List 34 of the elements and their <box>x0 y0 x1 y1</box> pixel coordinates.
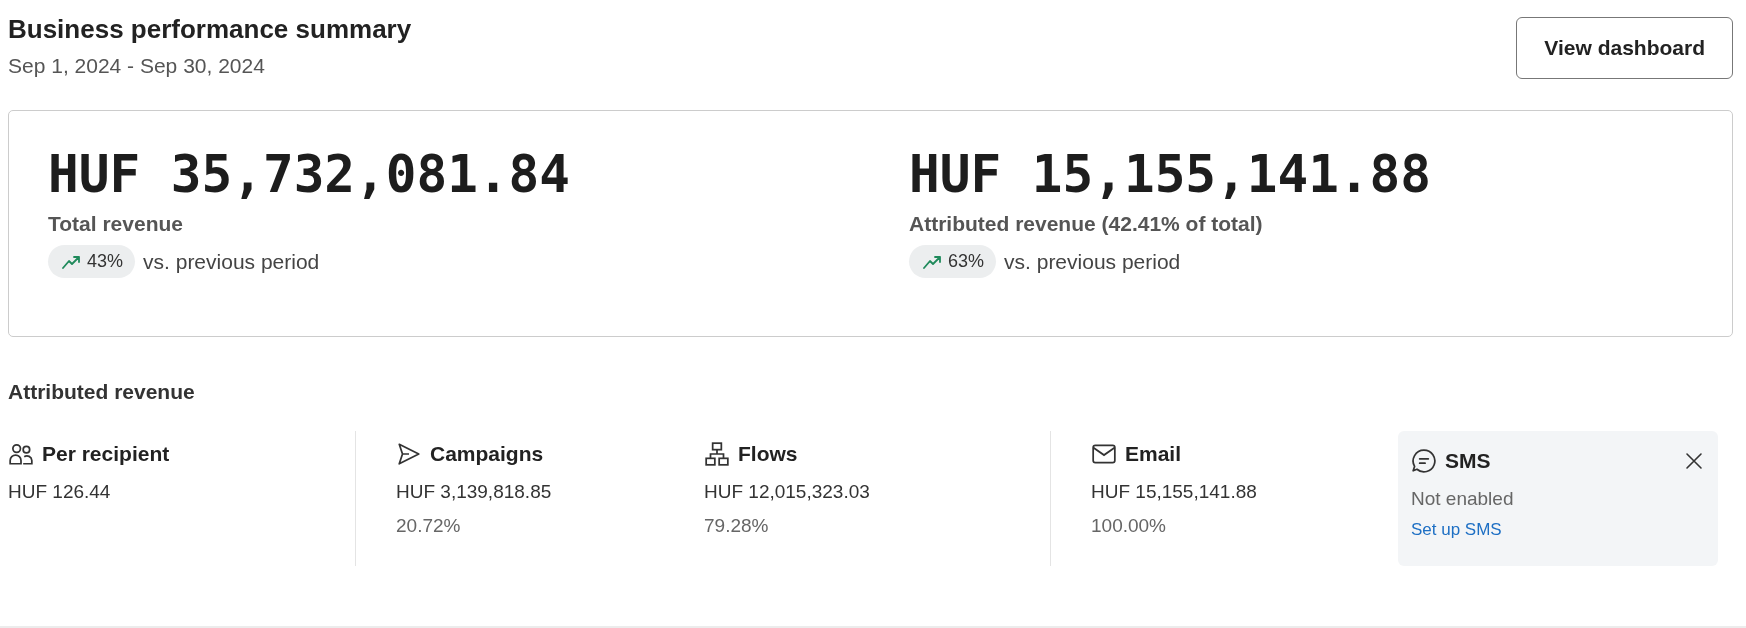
revenue-value: HUF 35,732,081.84 <box>48 147 571 204</box>
channel-label: Flows <box>738 442 798 466</box>
set-up-sms-link[interactable]: Set up SMS <box>1411 520 1502 540</box>
revenue-value: HUF 15,155,141.88 <box>909 147 1432 204</box>
sms-status: Not enabled <box>1411 488 1515 510</box>
channel-share: 100.00% <box>1091 515 1167 537</box>
send-icon <box>396 441 422 467</box>
close-icon[interactable] <box>1684 451 1704 471</box>
channel-label: Per recipient <box>42 442 170 466</box>
channel-value: HUF 3,139,818.85 <box>396 481 553 503</box>
envelope-icon <box>1091 441 1117 467</box>
channel-value: HUF 126.44 <box>8 481 112 503</box>
change-badge: 43% <box>48 245 136 279</box>
channel-label: Campaigns <box>430 442 544 466</box>
chat-bubble-icon <box>1411 448 1437 474</box>
comparison-text: vs. previous period <box>143 249 320 274</box>
channel-value: HUF 12,015,323.03 <box>704 481 871 503</box>
channel-share: 20.72% <box>396 515 462 537</box>
trend-up-icon <box>923 254 943 269</box>
hierarchy-icon <box>704 441 730 467</box>
channel-share: 79.28% <box>704 515 770 537</box>
channel-value: HUF 15,155,141.88 <box>1091 481 1258 503</box>
page-title: Business performance summary <box>8 14 412 45</box>
comparison-text: vs. previous period <box>1004 249 1181 274</box>
channel-label: Email <box>1125 442 1182 466</box>
trend-up-icon <box>62 254 82 269</box>
view-dashboard-button[interactable]: View dashboard <box>1516 17 1733 79</box>
people-icon <box>8 441 34 467</box>
revenue-label: Total revenue <box>48 212 184 237</box>
channel-label: SMS <box>1445 449 1491 473</box>
date-range: Sep 1, 2024 - Sep 30, 2024 <box>8 54 266 78</box>
change-badge: 63% <box>909 245 997 279</box>
revenue-label: Attributed revenue (42.41% of total) <box>909 212 1264 237</box>
section-title: Attributed revenue <box>8 380 196 404</box>
